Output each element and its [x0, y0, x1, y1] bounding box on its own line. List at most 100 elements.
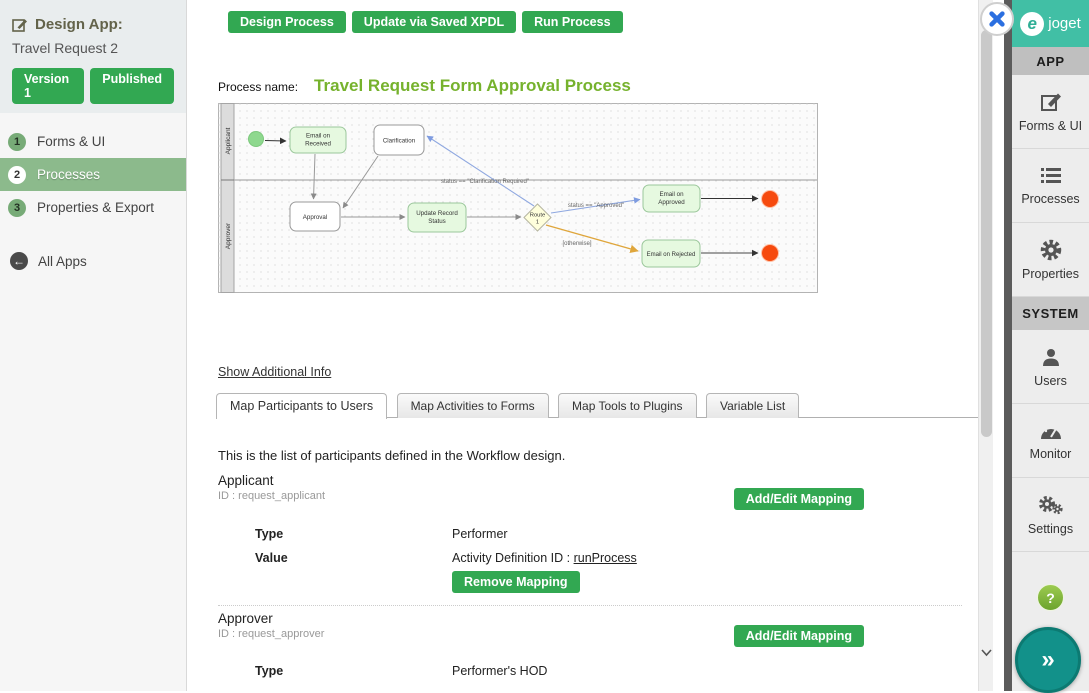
node-label: 1: [536, 220, 539, 226]
add-edit-mapping-button[interactable]: Add/Edit Mapping: [734, 625, 864, 647]
scrollbar-thumb[interactable]: [981, 30, 992, 437]
update-xpdl-button[interactable]: Update via Saved XPDL: [352, 11, 516, 33]
nav-item-label: Users: [1034, 374, 1067, 388]
sidebar-edge-strip: [1004, 0, 1012, 691]
scroll-down-arrow[interactable]: [980, 648, 993, 658]
run-process-button[interactable]: Run Process: [522, 11, 622, 33]
node-label: Approval: [303, 214, 327, 221]
sidebar-item-label: Forms & UI: [37, 134, 105, 149]
tab-map-activities-to-forms[interactable]: Map Activities to Forms: [397, 393, 549, 418]
process-name-row: Process name: Travel Request Form Approv…: [218, 76, 631, 96]
nav-item-forms-ui[interactable]: Forms & UI: [1012, 75, 1089, 149]
design-app-header: Design App: Travel Request 2 Version 1 P…: [0, 0, 186, 113]
tab-map-participants-to-users[interactable]: Map Participants to Users: [216, 393, 387, 419]
all-apps-link[interactable]: ← All Apps: [0, 252, 186, 270]
process-toolbar: Design Process Update via Saved XPDL Run…: [228, 11, 623, 33]
participant-name: Applicant: [218, 473, 274, 488]
edge-label-otherwise: [otherwise]: [562, 241, 591, 247]
node-label: Update Record: [416, 210, 458, 217]
type-value: Performer: [452, 527, 508, 541]
remove-mapping-button[interactable]: Remove Mapping: [452, 571, 580, 593]
type-label: Type: [255, 527, 283, 541]
edit-pencil-icon: [12, 17, 28, 33]
sidebar-item-processes[interactable]: 2 Processes: [0, 158, 186, 191]
list-icon: [1040, 166, 1062, 186]
nav-item-users[interactable]: Users: [1012, 330, 1089, 404]
node-label: Email on: [659, 191, 684, 198]
activity-definition-id-text: Activity Definition ID :: [452, 551, 570, 565]
nav-item-label: Properties: [1022, 267, 1079, 281]
step-number-badge: 2: [8, 166, 26, 184]
tab-map-tools-to-plugins[interactable]: Map Tools to Plugins: [558, 393, 697, 418]
nav-item-processes[interactable]: Processes: [1012, 149, 1089, 223]
participants-description: This is the list of participants defined…: [218, 448, 565, 463]
node-label: Status: [428, 218, 446, 225]
participant-name: Approver: [218, 611, 273, 626]
nav-item-label: Forms & UI: [1019, 119, 1082, 133]
all-apps-label: All Apps: [38, 254, 87, 269]
sidebar-item-label: Properties & Export: [37, 200, 154, 215]
joget-logo-icon: e: [1020, 12, 1044, 36]
end-node-approved: [762, 191, 779, 208]
nav-item-properties[interactable]: Properties: [1012, 223, 1089, 297]
sidebar-item-label: Processes: [37, 167, 100, 182]
show-additional-info-link[interactable]: Show Additional Info: [218, 365, 331, 379]
value-row: Activity Definition ID : runProcess: [452, 551, 637, 565]
participant-id: ID : request_applicant: [218, 490, 325, 502]
system-section-header: SYSTEM: [1012, 297, 1089, 330]
design-app-title: Design App:: [35, 16, 123, 33]
node-label: Received: [305, 141, 331, 148]
user-icon: [1040, 346, 1062, 368]
add-edit-mapping-button[interactable]: Add/Edit Mapping: [734, 488, 864, 510]
sidebar-item-properties-export[interactable]: 3 Properties & Export: [0, 191, 186, 224]
tab-variable-list[interactable]: Variable List: [706, 393, 799, 418]
nav-item-label: Processes: [1021, 192, 1079, 206]
lane-label-approver: Approver: [225, 222, 232, 249]
edge-label-approved-condition: status == "Approved": [568, 203, 624, 209]
node-label: Email on: [306, 133, 331, 140]
node-label: Route: [530, 213, 545, 219]
help-button[interactable]: ?: [1037, 584, 1064, 611]
nav-item-label: Monitor: [1030, 447, 1072, 461]
node-label: Approved: [658, 199, 685, 206]
process-design-main: Design Process Update via Saved XPDL Run…: [188, 0, 978, 691]
mapping-tabs: Map Participants to Users Map Activities…: [216, 392, 978, 418]
node-label: Email on Rejected: [647, 252, 696, 258]
joget-logo-text: joget: [1048, 15, 1081, 32]
sidebar-item-forms-ui[interactable]: 1 Forms & UI: [0, 125, 186, 158]
nav-item-label: Settings: [1028, 522, 1073, 536]
published-badge[interactable]: Published: [90, 68, 174, 104]
gauge-icon: [1039, 421, 1063, 441]
double-chevron-right-icon: »: [1041, 646, 1054, 674]
design-process-button[interactable]: Design Process: [228, 11, 346, 33]
gear-icon: [1040, 239, 1062, 261]
node-label: Clarification: [383, 138, 416, 145]
gears-icon: [1038, 494, 1064, 516]
edit-pencil-icon: [1040, 91, 1062, 113]
process-name-heading: Travel Request Form Approval Process: [314, 76, 631, 96]
design-app-sidebar: Design App: Travel Request 2 Version 1 P…: [0, 0, 187, 691]
step-number-badge: 3: [8, 199, 26, 217]
type-label: Type: [255, 664, 283, 678]
end-node-rejected: [762, 245, 779, 262]
nav-item-settings[interactable]: Settings: [1012, 478, 1089, 552]
participant-id: ID : request_approver: [218, 628, 324, 640]
participant-divider: [218, 605, 962, 606]
start-node: [249, 132, 264, 147]
lane-label-applicant: Applicant: [225, 127, 232, 154]
version-badge[interactable]: Version 1: [12, 68, 84, 104]
run-process-link[interactable]: runProcess: [574, 551, 637, 565]
step-number-badge: 1: [8, 133, 26, 151]
app-section-header: APP: [1012, 47, 1089, 75]
edge-label-clarification-condition: status == "Clarification Required": [441, 179, 529, 185]
nav-item-monitor[interactable]: Monitor: [1012, 404, 1089, 478]
close-panel-button[interactable]: [980, 2, 1014, 36]
collapse-panel-button[interactable]: »: [1015, 627, 1081, 693]
back-arrow-icon: ←: [10, 252, 28, 270]
joget-nav-sidebar: e joget APP Forms & UI Processes: [1012, 0, 1089, 691]
joget-logo: e joget: [1012, 0, 1089, 47]
vertical-scrollbar[interactable]: [978, 0, 993, 691]
process-name-label: Process name:: [218, 80, 298, 94]
design-steps-nav: 1 Forms & UI 2 Processes 3 Properties & …: [0, 125, 186, 224]
workflow-diagram: Applicant Approver status == "Clarificat…: [218, 103, 818, 293]
